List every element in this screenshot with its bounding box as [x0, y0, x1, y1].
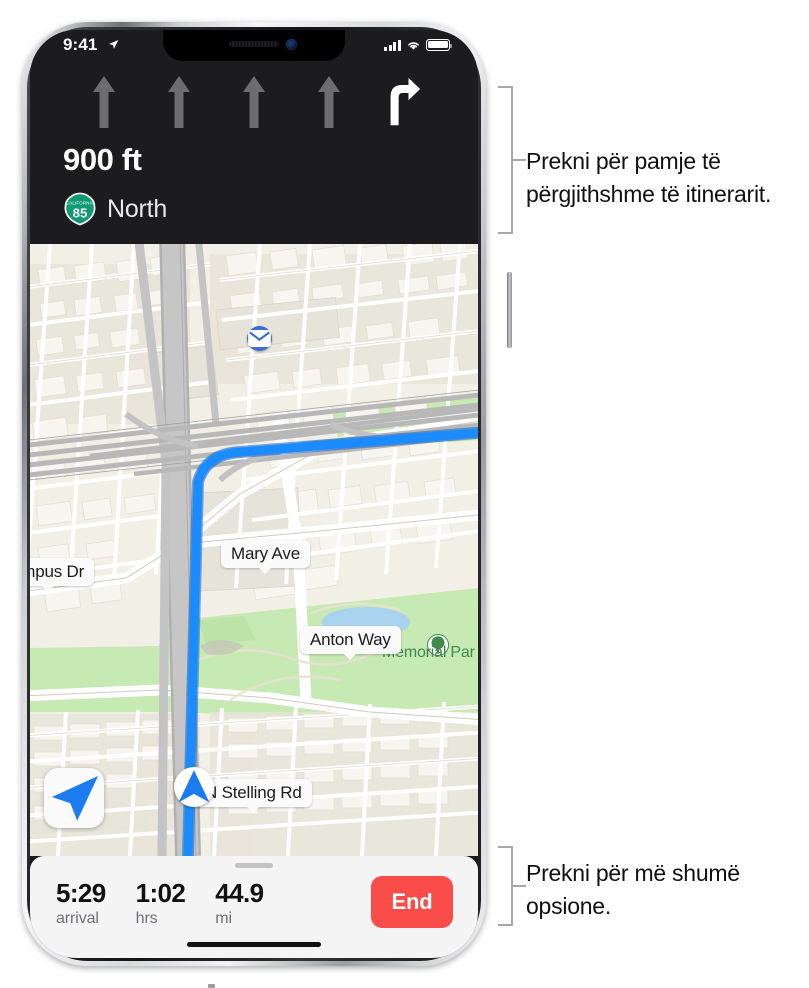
road-info-row: CALIFORNIA 85 North: [63, 192, 167, 226]
signal-bars-icon: [384, 39, 401, 51]
wifi-icon: [408, 41, 419, 50]
callout-bracket-route-overview: [498, 86, 526, 234]
navigation-header[interactable]: 9:41 900 ft CALIFORNIA 85 North: [30, 30, 478, 244]
sheet-drag-handle[interactable]: [235, 863, 273, 868]
california-route-shield-icon: CALIFORNIA 85: [64, 192, 96, 226]
phone-screen: 9:41 900 ft CALIFORNIA 85 North Memorial…: [30, 30, 478, 958]
trip-info-sheet[interactable]: 5:29 arrival 1:02 hrs 44.9 mi End: [30, 856, 478, 958]
map-label-mary-ave[interactable]: Mary Ave: [221, 540, 310, 574]
callout-text-more-options: Prekni për më shumë opsione.: [526, 860, 740, 919]
earpiece-speaker: [229, 41, 279, 47]
next-turn-distance: 900 ft: [63, 142, 142, 177]
label-tail: [246, 806, 261, 813]
end-navigation-button[interactable]: End: [371, 876, 453, 928]
device-notch: [163, 30, 345, 61]
status-bar-time: 9:41: [63, 35, 98, 54]
status-bar-indicators: [384, 39, 452, 51]
recenter-location-button[interactable]: [44, 768, 104, 828]
label-tail: [41, 585, 56, 592]
svg-text:85: 85: [73, 206, 88, 221]
stat-unit: arrival: [56, 910, 99, 927]
power-button[interactable]: [507, 272, 512, 348]
frame-antenna-seam-bottom: [208, 984, 215, 988]
iphone-device-frame: 9:41 900 ft CALIFORNIA 85 North Memorial…: [22, 22, 512, 988]
front-camera: [286, 39, 297, 50]
road-name-label: North: [107, 194, 168, 223]
location-arrow-icon: [109, 40, 119, 49]
label-tail: [258, 567, 273, 574]
lane-straight-2: [162, 73, 196, 131]
stat-value: 1:02: [135, 878, 186, 908]
map-label-text: ampus Dr: [30, 562, 85, 581]
location-arrow-icon: [52, 776, 98, 821]
battery-full-icon: [426, 39, 452, 51]
svg-text:CALIFORNIA: CALIFORNIA: [66, 200, 94, 205]
screenshot-root: 9:41 900 ft CALIFORNIA 85 North Memorial…: [0, 0, 809, 988]
map-label-campus-dr[interactable]: ampus Dr: [30, 558, 95, 592]
stat-unit: hrs: [135, 910, 158, 927]
label-tail: [343, 653, 358, 660]
lane-guidance: [30, 70, 478, 134]
map-label-text: Mary Ave: [231, 544, 300, 563]
navigation-puck-icon: [174, 767, 214, 807]
callout-bracket-more-options: [498, 846, 526, 926]
stat-unit: mi: [215, 910, 232, 927]
mail-icon[interactable]: [247, 326, 272, 351]
map-label-anton-way[interactable]: Anton Way: [300, 626, 401, 660]
map-canvas[interactable]: Memorial Par ampus Dr Mary Ave Anton Way…: [30, 244, 478, 856]
lane-straight-1: [87, 73, 121, 131]
trip-stats: 5:29 arrival 1:02 hrs 44.9 mi: [56, 878, 264, 928]
callout-text-route-overview: Prekni për pamje të përgjithshme të itin…: [526, 148, 772, 207]
stat-distance: 44.9 mi: [215, 878, 264, 928]
stat-value: 44.9: [215, 878, 264, 908]
lane-straight-3: [237, 73, 271, 131]
map-label-text: Anton Way: [310, 630, 391, 649]
stat-arrival: 5:29 arrival: [56, 878, 106, 928]
home-indicator[interactable]: [187, 942, 321, 947]
lane-turn-right-active: [387, 73, 421, 131]
stat-value: 5:29: [56, 878, 106, 908]
map-label-text: N Stelling Rd: [205, 783, 302, 802]
stat-duration: 1:02 hrs: [136, 878, 186, 928]
lane-straight-4: [312, 73, 346, 131]
